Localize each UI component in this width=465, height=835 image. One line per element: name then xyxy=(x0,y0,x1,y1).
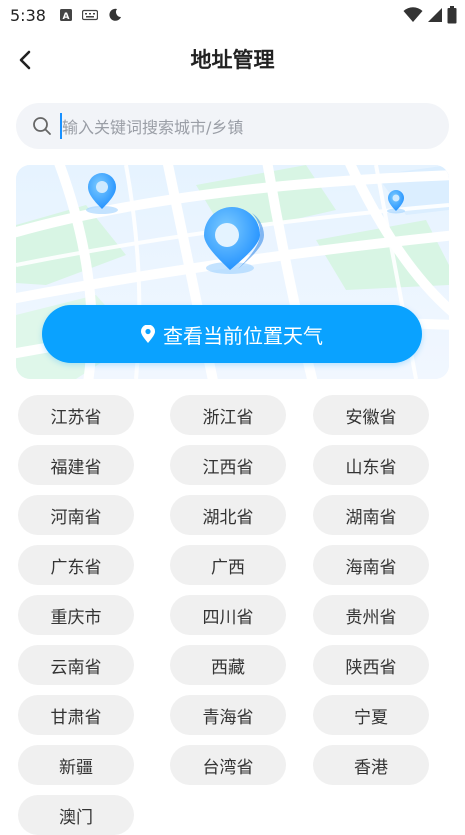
view-current-location-weather-button[interactable]: 查看当前位置天气 xyxy=(42,305,422,363)
province-chip[interactable]: 江西省 xyxy=(170,445,286,485)
moon-icon xyxy=(109,8,121,21)
province-chip[interactable]: 四川省 xyxy=(170,595,286,635)
search-icon xyxy=(33,117,51,135)
province-chip[interactable]: 海南省 xyxy=(313,545,429,585)
svg-text:A: A xyxy=(63,12,70,21)
province-chip[interactable]: 广东省 xyxy=(18,545,134,585)
status-icons-left: A xyxy=(60,8,122,22)
province-chip[interactable]: 福建省 xyxy=(18,445,134,485)
province-chip[interactable]: 澳门 xyxy=(18,795,134,835)
battery-icon xyxy=(447,6,457,24)
province-chip[interactable]: 湖北省 xyxy=(170,495,286,535)
page-title: 地址管理 xyxy=(190,48,275,72)
location-pin-icon xyxy=(141,325,155,343)
province-chip[interactable]: 台湾省 xyxy=(170,745,286,785)
province-chip[interactable]: 河南省 xyxy=(18,495,134,535)
province-chip[interactable]: 浙江省 xyxy=(170,395,286,435)
province-chip[interactable]: 新疆 xyxy=(18,745,134,785)
wifi-icon xyxy=(403,7,423,22)
province-chip[interactable]: 宁夏 xyxy=(313,695,429,735)
province-chip[interactable]: 香港 xyxy=(313,745,429,785)
font-icon: A xyxy=(60,9,72,21)
status-icons-right xyxy=(403,6,457,24)
province-chip[interactable]: 甘肃省 xyxy=(18,695,134,735)
province-chip[interactable]: 陕西省 xyxy=(313,645,429,685)
keyboard-icon xyxy=(82,9,98,21)
province-chip[interactable]: 重庆市 xyxy=(18,595,134,635)
province-chip[interactable]: 西藏 xyxy=(170,645,286,685)
status-time: 5:38 xyxy=(10,6,46,25)
search-box[interactable] xyxy=(16,103,449,151)
province-chip[interactable]: 江苏省 xyxy=(18,395,134,435)
text-cursor xyxy=(60,113,62,139)
province-chip[interactable]: 云南省 xyxy=(18,645,134,685)
province-chip[interactable]: 湖南省 xyxy=(313,495,429,535)
province-chip[interactable]: 安徽省 xyxy=(313,395,429,435)
weather-button-label: 查看当前位置天气 xyxy=(163,323,323,348)
status-bar: 5:38 A xyxy=(0,0,465,32)
province-chip[interactable]: 青海省 xyxy=(170,695,286,735)
province-chip[interactable]: 山东省 xyxy=(313,445,429,485)
nav-bar: 地址管理 xyxy=(0,36,465,84)
search-input[interactable] xyxy=(60,103,434,151)
signal-icon xyxy=(428,8,442,22)
province-chip[interactable]: 贵州省 xyxy=(313,595,429,635)
province-chip[interactable]: 广西 xyxy=(170,545,286,585)
